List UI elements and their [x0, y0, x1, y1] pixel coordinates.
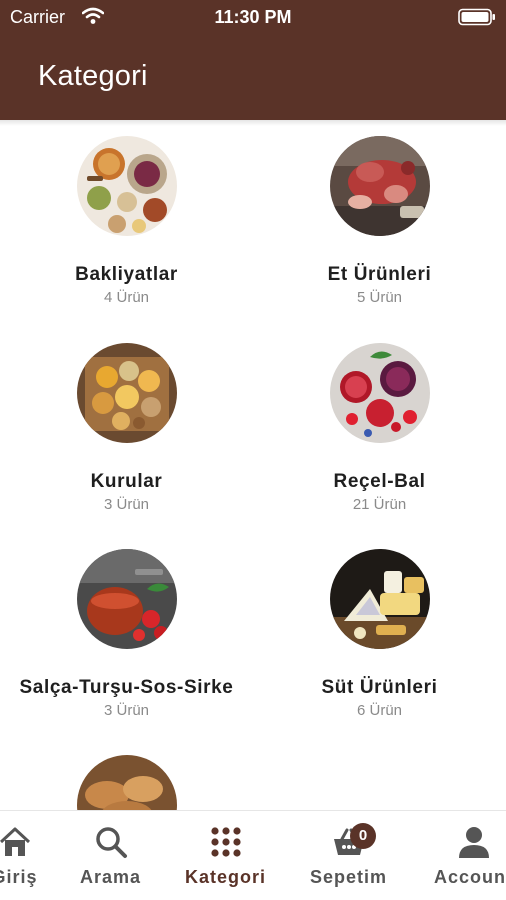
battery-icon	[458, 8, 495, 26]
legumes-image	[77, 136, 177, 236]
home-icon	[0, 827, 31, 856]
bottom-tab-bar: Giriş Arama Kategori 0 Sepetim Acco	[0, 810, 506, 900]
tab-label: Account	[434, 867, 506, 887]
app-header: Carrier 11:30 PM Kategori	[0, 0, 506, 120]
category-count: 4 Ürün	[103, 289, 150, 306]
dried-fruit-image	[77, 343, 177, 443]
clock-time: 11:30 PM	[214, 7, 292, 27]
grid-icon	[211, 827, 241, 857]
bakery-image	[77, 755, 177, 810]
category-name: Süt Ürünleri	[321, 677, 438, 698]
tab-arama[interactable]: Arama	[60, 811, 161, 900]
meat-image	[330, 136, 430, 236]
user-icon	[459, 827, 489, 858]
tab-kategori[interactable]: Kategori	[175, 811, 276, 900]
status-bar: Carrier 11:30 PM	[0, 0, 506, 34]
sauce-image	[77, 549, 177, 649]
category-name: Kurular	[90, 471, 163, 492]
category-name: Bakliyatlar	[75, 264, 178, 285]
category-count: 5 Ürün	[356, 289, 403, 306]
search-icon	[96, 827, 127, 858]
category-name: Salça-Turşu-Sos-Sirke	[19, 677, 234, 698]
category-count: 3 Ürün	[103, 702, 150, 719]
category-count: 6 Ürün	[356, 702, 403, 719]
category-count: 21 Ürün	[352, 496, 407, 513]
category-name: Et Ürünleri	[327, 264, 432, 285]
tab-label: Kategori	[184, 867, 266, 887]
tab-label: Sepetim	[309, 867, 388, 887]
jam-honey-image	[330, 343, 430, 443]
tab-sepetim[interactable]: 0 Sepetim	[298, 811, 399, 900]
cheese-image	[330, 549, 430, 649]
tab-account[interactable]: Account	[423, 811, 506, 900]
category-count: 3 Ürün	[103, 496, 150, 513]
category-name: Reçel-Bal	[333, 471, 426, 492]
page-title: Kategori	[38, 60, 148, 92]
category-grid: Bakliyatlar 4 Ürün Et Ürünleri 5 Ürün Ku…	[0, 126, 506, 810]
cart-count-badge: 0	[350, 823, 376, 849]
